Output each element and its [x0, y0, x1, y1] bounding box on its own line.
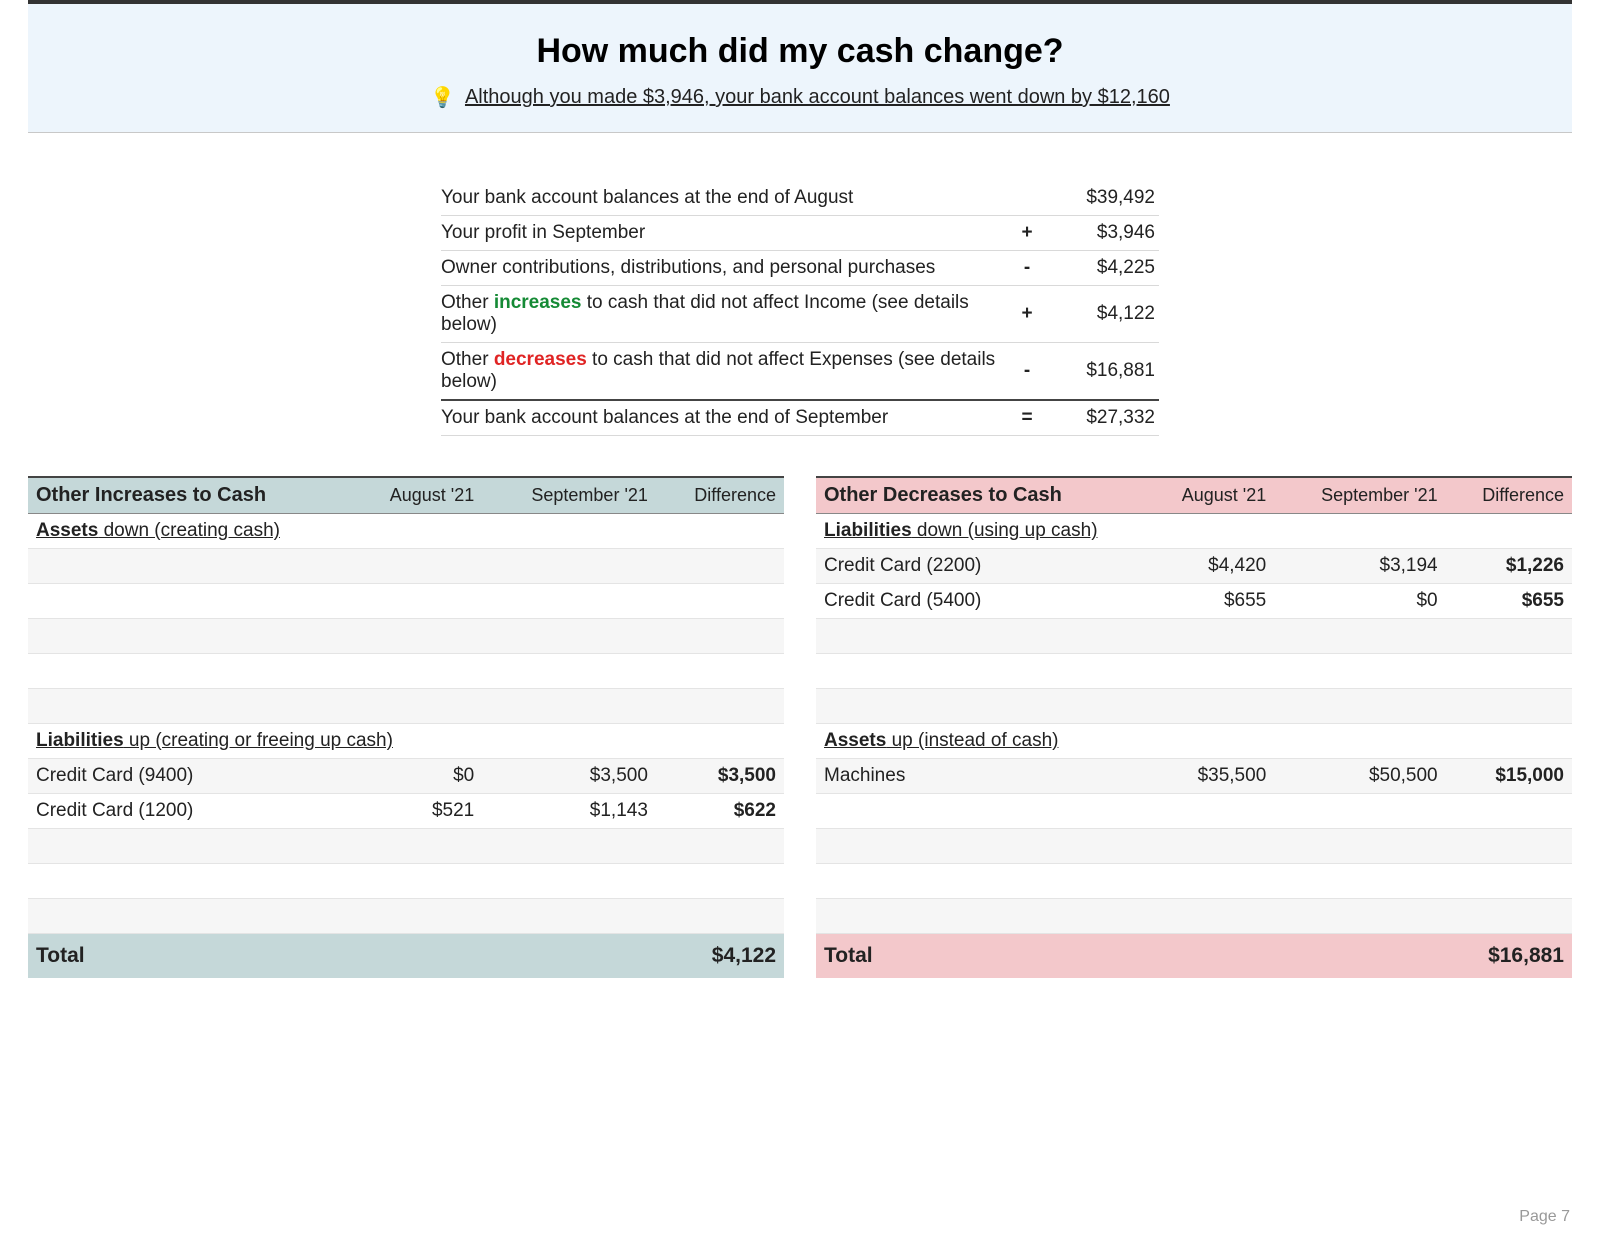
section-heading: Liabilities up (creating or freeing up c…	[28, 724, 784, 759]
increases-word: increases	[494, 292, 582, 313]
row-sep: $3,500	[482, 759, 656, 794]
callout: 💡 Although you made $3,946, your bank ac…	[430, 85, 1170, 110]
summary-value: $16,881	[1051, 343, 1159, 401]
row-label: Credit Card (9400)	[28, 759, 351, 794]
total-label: Total	[816, 934, 1144, 979]
increases-table: Other Increases to Cash August '21 Septe…	[28, 476, 784, 978]
summary-op: +	[1003, 216, 1051, 251]
empty-row	[816, 829, 1572, 864]
col-aug: August '21	[351, 477, 483, 514]
table-row: Credit Card (5400) $655 $0 $655	[816, 584, 1572, 619]
lightbulb-icon: 💡	[430, 85, 455, 110]
summary-value: $3,946	[1051, 216, 1159, 251]
summary-value: $27,332	[1051, 400, 1159, 436]
empty-row	[28, 829, 784, 864]
cash-summary-table: Your bank account balances at the end of…	[441, 181, 1159, 436]
callout-text: Although you made $3,946, your bank acco…	[465, 86, 1170, 109]
col-diff: Difference	[1446, 477, 1572, 514]
empty-row	[816, 899, 1572, 934]
summary-op: -	[1003, 343, 1051, 401]
total-label: Total	[28, 934, 351, 979]
row-diff: $1,226	[1446, 549, 1572, 584]
table-title: Other Increases to Cash	[28, 477, 351, 514]
summary-label: Your bank account balances at the end of…	[441, 181, 1003, 216]
summary-op	[1003, 181, 1051, 216]
col-sep: September '21	[482, 477, 656, 514]
table-title: Other Decreases to Cash	[816, 477, 1144, 514]
summary-label: Your bank account balances at the end of…	[441, 400, 1003, 436]
row-sep: $0	[1274, 584, 1445, 619]
empty-row	[28, 549, 784, 584]
banner: How much did my cash change? 💡 Although …	[28, 4, 1572, 133]
row-sep: $1,143	[482, 794, 656, 829]
summary-label: Your profit in September	[441, 216, 1003, 251]
summary-op: +	[1003, 286, 1051, 343]
empty-row	[816, 864, 1572, 899]
empty-row	[816, 619, 1572, 654]
summary-row: Your profit in September+$3,946	[441, 216, 1159, 251]
row-aug: $521	[351, 794, 483, 829]
summary-label: Owner contributions, distributions, and …	[441, 251, 1003, 286]
col-aug: August '21	[1144, 477, 1274, 514]
row-label: Credit Card (2200)	[816, 549, 1144, 584]
row-aug: $35,500	[1144, 759, 1274, 794]
table-row: Machines $35,500 $50,500 $15,000	[816, 759, 1572, 794]
row-label: Credit Card (1200)	[28, 794, 351, 829]
row-diff: $3,500	[656, 759, 784, 794]
table-row: Credit Card (1200) $521 $1,143 $622	[28, 794, 784, 829]
row-label: Machines	[816, 759, 1144, 794]
summary-row: Owner contributions, distributions, and …	[441, 251, 1159, 286]
summary-value: $4,225	[1051, 251, 1159, 286]
table-header: Other Decreases to Cash August '21 Septe…	[816, 477, 1572, 514]
decreases-word: decreases	[494, 349, 587, 370]
empty-row	[28, 654, 784, 689]
row-diff: $622	[656, 794, 784, 829]
empty-row	[28, 864, 784, 899]
summary-row: Your bank account balances at the end of…	[441, 181, 1159, 216]
col-sep: September '21	[1274, 477, 1445, 514]
section-heading: Assets up (instead of cash)	[816, 724, 1572, 759]
row-aug: $0	[351, 759, 483, 794]
summary-op: =	[1003, 400, 1051, 436]
decreases-table: Other Decreases to Cash August '21 Septe…	[816, 476, 1572, 978]
summary-row: Other decreases to cash that did not aff…	[441, 343, 1159, 401]
row-sep: $3,194	[1274, 549, 1445, 584]
page-title: How much did my cash change?	[28, 32, 1572, 71]
col-diff: Difference	[656, 477, 784, 514]
table-header: Other Increases to Cash August '21 Septe…	[28, 477, 784, 514]
row-aug: $4,420	[1144, 549, 1274, 584]
summary-label: Other increases to cash that did not aff…	[441, 286, 1003, 343]
table-row: Credit Card (9400) $0 $3,500 $3,500	[28, 759, 784, 794]
summary-value: $4,122	[1051, 286, 1159, 343]
total-row: Total $16,881	[816, 934, 1572, 979]
page-number: Page 7	[1519, 1208, 1570, 1226]
section-heading: Assets down (creating cash)	[28, 514, 784, 549]
empty-row	[28, 899, 784, 934]
empty-row	[816, 689, 1572, 724]
empty-row	[28, 689, 784, 724]
row-sep: $50,500	[1274, 759, 1445, 794]
total-value: $16,881	[1446, 934, 1572, 979]
section-heading: Liabilities down (using up cash)	[816, 514, 1572, 549]
empty-row	[28, 619, 784, 654]
table-row: Credit Card (2200) $4,420 $3,194 $1,226	[816, 549, 1572, 584]
summary-row-final: Your bank account balances at the end of…	[441, 400, 1159, 436]
summary-row: Other increases to cash that did not aff…	[441, 286, 1159, 343]
empty-row	[816, 794, 1572, 829]
summary-label: Other decreases to cash that did not aff…	[441, 343, 1003, 401]
empty-row	[816, 654, 1572, 689]
row-diff: $655	[1446, 584, 1572, 619]
total-value: $4,122	[656, 934, 784, 979]
row-diff: $15,000	[1446, 759, 1572, 794]
row-aug: $655	[1144, 584, 1274, 619]
summary-value: $39,492	[1051, 181, 1159, 216]
row-label: Credit Card (5400)	[816, 584, 1144, 619]
summary-op: -	[1003, 251, 1051, 286]
total-row: Total $4,122	[28, 934, 784, 979]
empty-row	[28, 584, 784, 619]
